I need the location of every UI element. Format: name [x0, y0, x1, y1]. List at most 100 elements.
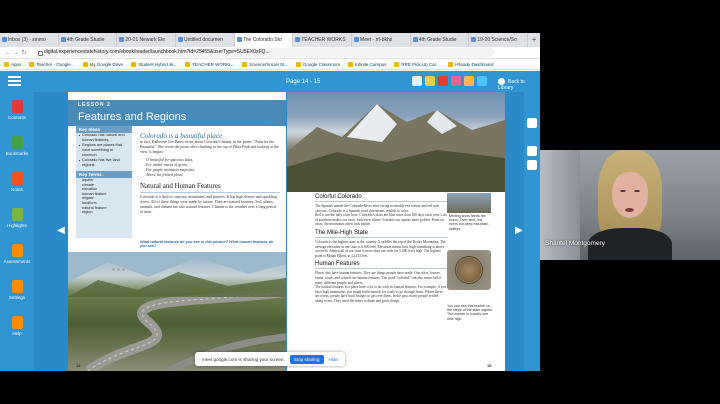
bookmark-label: Infinite Campus — [355, 62, 387, 67]
sticky-note-tool-icon[interactable] — [425, 76, 435, 86]
poem-line: Above the fruited plain! — [146, 173, 184, 177]
bookmark-label: Student Hybrid sk... — [138, 62, 178, 67]
poem-excerpt: O beautiful for spacious skies, For amber… — [140, 158, 280, 178]
key-ideas-box: Key Ideas Colorado has natural and human… — [76, 126, 132, 238]
right-book-page: Melting snow feeds the rivers. Over time… — [287, 92, 505, 371]
left-page-body: Colorado is a beautiful place in fact, K… — [140, 132, 280, 215]
highlight-tool-icon[interactable] — [438, 76, 448, 86]
mountain-caption: Melting snow feeds the rivers. Over time… — [449, 214, 489, 231]
back-to-library-button[interactable]: Back to Library — [498, 78, 538, 91]
bookmark-item[interactable]: Infinite Campus — [348, 62, 386, 67]
tab-favicon-icon — [178, 37, 184, 42]
page-indicator: Page 14 - 15 — [286, 79, 321, 85]
top-black-border — [0, 0, 720, 33]
reload-icon[interactable]: ↻ — [20, 49, 28, 56]
tab-favicon-icon — [471, 37, 477, 42]
right-page-number: 15 — [487, 363, 492, 368]
sidebar-item-settings[interactable]: Settings — [0, 280, 34, 300]
bookmark-label: Apps — [11, 62, 22, 67]
sidebar-item-label: Help — [12, 331, 22, 336]
bookmark-item[interactable]: Google Classroom — [295, 62, 341, 67]
eye — [634, 190, 640, 192]
eraser-tool-icon[interactable] — [451, 76, 461, 86]
url-field[interactable]: digital.experiencestatehistory.com/ebook… — [34, 48, 494, 57]
share-status-text: meet.google.com is sharing your screen. — [202, 356, 285, 362]
browser-tab-bar: Inbox (3) - smmo 4th Grade Studie 20-21 Ne… — [0, 33, 540, 47]
browser-tab[interactable]: 4th Grade Studie — [411, 33, 470, 47]
bookmark-label: Google Classroom — [302, 62, 341, 67]
key-idea-item: Colorado has natural and human features. — [76, 133, 132, 143]
browser-tab[interactable]: Meet - rrl-bkhx — [352, 33, 411, 47]
tab-label: 19-20 Science/So — [477, 37, 517, 43]
tab-label: Inbox (3) - smmo — [8, 37, 46, 43]
paragraph: The Spanish named the Colorado River aft… — [315, 204, 440, 213]
zoom-tool-icon[interactable] — [464, 76, 474, 86]
lesson-label: LESSON 2 — [78, 102, 111, 108]
expand-icon[interactable] — [527, 118, 537, 128]
tab-favicon-icon — [295, 37, 301, 42]
browser-tab[interactable]: 20-21 Newark Ele — [117, 33, 177, 47]
bookmark-item[interactable]: Student Hybrid sk... — [131, 62, 177, 67]
hamburger-menu-icon[interactable] — [8, 76, 21, 87]
sidebar-item-highlights[interactable]: Highlights — [0, 208, 34, 228]
tab-favicon-icon — [412, 37, 418, 42]
browser-tab[interactable]: Inbox (3) - smmo — [0, 33, 59, 47]
forward-arrow-icon[interactable]: → — [12, 50, 20, 56]
left-page-number: 14 — [76, 363, 81, 368]
sidebar-item-help[interactable]: Help — [0, 316, 34, 336]
right-page-body: Colorful Colorado The Spanish named the … — [315, 194, 447, 304]
bookmark-item[interactable]: Apps — [4, 62, 21, 67]
audio-tool-icon[interactable] — [477, 76, 487, 86]
tab-label: TEACHER WORKS — [301, 37, 346, 43]
tab-label: Meet - rrl-bkhx — [360, 37, 393, 43]
zoom-out-icon[interactable] — [527, 160, 537, 170]
hide-button[interactable]: Hide — [329, 357, 338, 362]
paragraph: Places also have human features. They ar… — [315, 271, 442, 285]
zoom-in-icon[interactable] — [527, 146, 537, 156]
browser-tab[interactable]: 4th Grade Studie — [59, 33, 118, 47]
bookmark-label: My Google Drive — [89, 62, 124, 67]
sidebar-item-contents[interactable]: Contents — [0, 100, 34, 120]
participant-name: Shantel Montgomery — [545, 240, 605, 247]
screen-share-bar: meet.google.com is sharing your screen. … — [195, 352, 345, 366]
mountain-photo — [287, 92, 505, 192]
heading-divider — [315, 268, 447, 270]
picture-question: What natural features do you see in this… — [140, 240, 274, 248]
bookmark-item[interactable]: TEACHER WORKI... — [185, 62, 234, 67]
bookmark-item[interactable]: Teacher - Google... — [29, 62, 75, 67]
bookmark-item[interactable]: RRE Pick Up Car... — [394, 62, 440, 67]
human-features-heading: Human Features — [315, 261, 360, 268]
bookmark-favicon-icon — [394, 62, 400, 67]
mile-high-marker-photo — [447, 250, 491, 290]
browser-tab[interactable]: The Colorado Sto — [234, 33, 294, 47]
lead-sentence: Colorado is a beautiful place — [140, 132, 223, 140]
address-bar: ← → ↻ digital.experiencestatehistory.com… — [0, 47, 540, 59]
browser-tab[interactable]: 19-20 Science/So — [469, 33, 529, 47]
key-terms-heading: Key Terms — [76, 171, 132, 178]
tab-favicon-icon — [354, 37, 360, 42]
next-page-arrow-icon[interactable]: ▶ — [514, 225, 524, 237]
bookmark-favicon-icon — [348, 62, 354, 67]
bookmark-item[interactable]: Science/Social St... — [242, 62, 288, 67]
browser-tab[interactable]: TEACHER WORKS — [293, 33, 353, 47]
bookmark-item[interactable]: My Google Drive — [82, 62, 124, 67]
sidebar-item-bookmarks[interactable]: Bookmarks — [0, 136, 34, 156]
stop-sharing-button[interactable]: Stop sharing — [289, 354, 324, 364]
sidebar-item-label: Bookmarks — [5, 151, 29, 156]
sidebar-item-notes[interactable]: Notes — [0, 172, 34, 192]
left-book-page: LESSON 2 Features and Regions Key Ideas … — [68, 92, 286, 371]
bookmark-favicon-icon — [82, 62, 88, 67]
browser-tab[interactable]: Untitled documen — [176, 33, 235, 47]
bookmark-label: i-Ready Dashboard — [454, 62, 494, 67]
tab-label: 4th Grade Studie — [418, 37, 457, 43]
contents-icon — [11, 100, 23, 113]
back-arrow-icon[interactable]: ← — [4, 50, 12, 56]
key-term-item[interactable]: region — [76, 210, 132, 215]
sidebar-item-label: Settings — [8, 295, 26, 300]
sidebar-item-assessments[interactable]: Assessments — [0, 244, 34, 264]
prev-page-arrow-icon[interactable]: ◀ — [56, 225, 66, 237]
search-tool-icon[interactable] — [412, 76, 422, 86]
new-tab-plus-icon[interactable]: + — [528, 33, 540, 47]
bookmark-item[interactable]: i-Ready Dashboard — [447, 62, 494, 67]
tab-favicon-icon — [236, 37, 242, 42]
